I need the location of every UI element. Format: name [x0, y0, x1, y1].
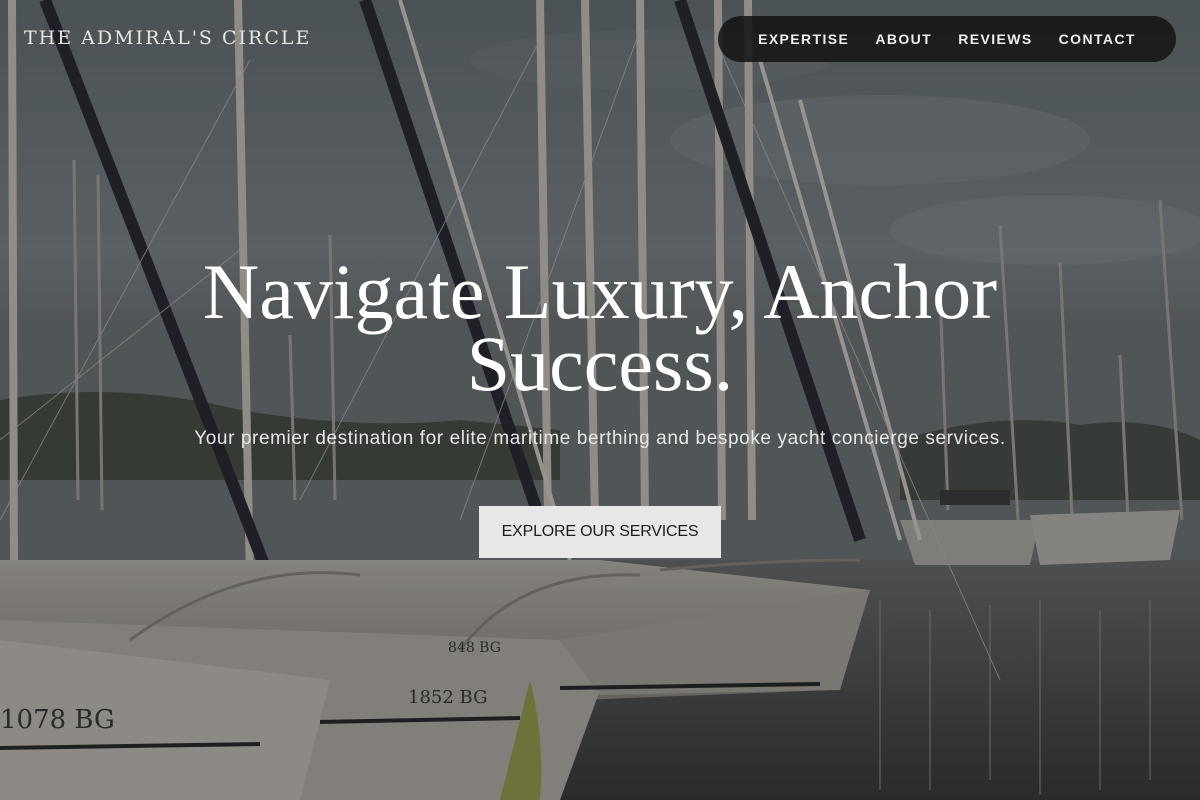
nav-link-contact[interactable]: CONTACT — [1059, 31, 1136, 47]
nav-link-reviews[interactable]: REVIEWS — [958, 31, 1032, 47]
main-nav: EXPERTISE ABOUT REVIEWS CONTACT — [718, 16, 1176, 62]
brand-logo[interactable]: THE ADMIRAL'S CIRCLE — [24, 27, 311, 49]
hero-section: 1078 BG 1852 BG 848 BG THE ADMIRAL'S CIR… — [0, 0, 1200, 800]
hero-headline: Navigate Luxury, Anchor Success. — [202, 248, 998, 407]
explore-services-button[interactable]: EXPLORE OUR SERVICES — [479, 506, 721, 558]
nav-link-about[interactable]: ABOUT — [875, 31, 932, 47]
nav-link-expertise[interactable]: EXPERTISE — [758, 31, 849, 47]
hero-subtitle: Your premier destination for elite marit… — [194, 428, 1006, 449]
